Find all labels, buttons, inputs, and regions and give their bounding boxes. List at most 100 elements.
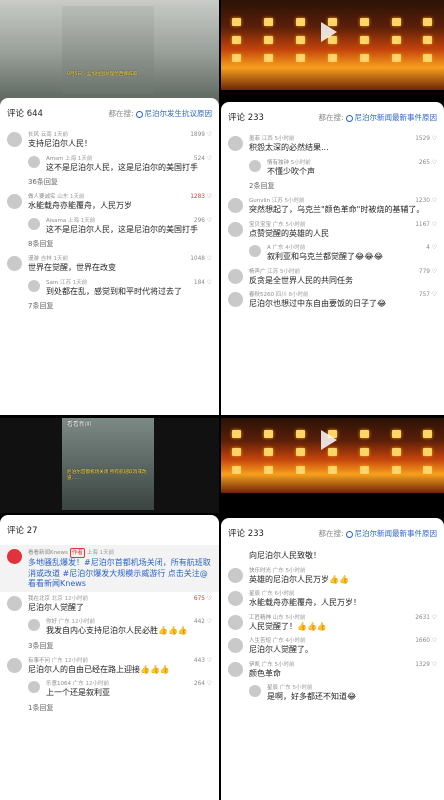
heart-icon[interactable]: ♡ <box>432 269 437 275</box>
like-count[interactable]: 265 ♡ <box>419 160 437 166</box>
heart-icon[interactable]: ♡ <box>207 256 212 262</box>
avatar[interactable] <box>28 279 40 292</box>
username[interactable]: 长风 <box>28 132 39 138</box>
like-count[interactable]: 1660 ♡ <box>415 638 437 644</box>
avatar[interactable] <box>228 268 243 284</box>
avatar[interactable] <box>228 638 243 653</box>
avatar[interactable] <box>249 245 261 257</box>
username[interactable]: 我在北京 <box>28 596 50 602</box>
heart-icon[interactable]: ♡ <box>207 280 212 286</box>
username[interactable]: 快乐时光 <box>249 568 271 574</box>
username[interactable]: 你好 <box>46 619 57 625</box>
like-count[interactable]: 675 ♡ <box>194 596 212 602</box>
username[interactable]: 漫游 <box>28 256 39 262</box>
like-count[interactable]: 524 ♡ <box>194 156 212 162</box>
like-count[interactable]: 1529 ♡ <box>415 136 437 142</box>
heart-icon[interactable]: ♡ <box>207 194 212 200</box>
username[interactable]: 工匠精神 <box>249 615 271 621</box>
heart-icon[interactable]: ♡ <box>432 292 437 298</box>
avatar[interactable] <box>249 159 261 172</box>
like-count[interactable]: 2631 ♡ <box>415 615 437 621</box>
like-count[interactable]: 264 ♡ <box>194 681 212 687</box>
avatar[interactable] <box>228 292 243 307</box>
heart-icon[interactable]: ♡ <box>432 160 437 166</box>
username[interactable]: 人生苦短 <box>249 638 271 644</box>
like-count[interactable]: 184 ♡ <box>194 280 212 286</box>
avatar[interactable] <box>28 217 40 230</box>
username[interactable]: 看看新闻Knews <box>28 549 68 557</box>
username[interactable]: Amsm <box>46 156 63 162</box>
username[interactable]: 春秋5260 <box>249 292 274 298</box>
like-count[interactable]: 442 ♡ <box>194 619 212 625</box>
username[interactable]: 杨声广 <box>249 269 266 275</box>
avatar[interactable] <box>228 567 243 583</box>
username[interactable]: 有事不问 <box>28 658 50 664</box>
heart-icon[interactable]: ♡ <box>432 245 437 251</box>
heart-icon[interactable]: ♡ <box>207 596 212 602</box>
view-replies-link[interactable]: 36条回复 <box>0 175 219 190</box>
like-count[interactable]: 443 ♡ <box>194 658 212 664</box>
username[interactable]: Gunvlin <box>249 198 270 204</box>
view-replies-link[interactable]: 3条回复 <box>0 639 219 654</box>
avatar[interactable] <box>28 681 40 693</box>
username[interactable]: 星辰 <box>267 685 278 691</box>
like-count[interactable]: 1230 ♡ <box>415 198 437 204</box>
heart-icon[interactable]: ♡ <box>432 662 437 668</box>
avatar[interactable] <box>228 221 243 237</box>
trending-search-link[interactable]: 尼泊尔新闻最新事件原因 <box>355 528 438 539</box>
username[interactable]: 乐意1064 <box>46 681 71 687</box>
username[interactable]: 宝贝宝宝 <box>249 222 271 228</box>
view-replies-link[interactable]: 7条回复 <box>0 299 219 314</box>
avatar[interactable] <box>228 198 243 213</box>
avatar[interactable] <box>228 591 243 606</box>
username[interactable]: A <box>267 245 271 251</box>
play-icon[interactable] <box>321 430 337 450</box>
avatar[interactable] <box>228 614 243 630</box>
avatar[interactable] <box>7 132 22 147</box>
heart-icon[interactable]: ♡ <box>207 658 212 664</box>
like-count[interactable]: 757 ♡ <box>419 292 437 298</box>
heart-icon[interactable]: ♡ <box>207 619 212 625</box>
like-count[interactable]: 1048 ♡ <box>190 256 212 262</box>
avatar[interactable] <box>7 256 22 271</box>
view-replies-link[interactable]: 2条回复 <box>221 179 444 194</box>
username[interactable]: Aisama <box>46 218 66 224</box>
heart-icon[interactable]: ♡ <box>207 681 212 687</box>
trending-search-link[interactable]: 尼泊尔新闻最新事件原因 <box>355 112 438 123</box>
avatar[interactable] <box>7 549 22 564</box>
like-count[interactable]: 1167 ♡ <box>415 222 437 228</box>
heart-icon[interactable]: ♡ <box>207 218 212 224</box>
heart-icon[interactable]: ♡ <box>432 198 437 204</box>
username[interactable]: Sam <box>46 280 58 286</box>
username[interactable]: 伊凯 <box>249 662 260 668</box>
username[interactable]: 星辰 <box>249 591 260 597</box>
video-player[interactable] <box>221 418 444 493</box>
like-count[interactable]: 779 ♡ <box>419 269 437 275</box>
video-player[interactable] <box>221 0 444 90</box>
heart-icon[interactable]: ♡ <box>207 132 212 138</box>
heart-icon[interactable]: ♡ <box>432 638 437 644</box>
like-count[interactable]: 1899 ♡ <box>190 132 212 138</box>
username[interactable]: 墨菲 <box>249 136 260 142</box>
heart-icon[interactable]: ♡ <box>207 156 212 162</box>
like-count[interactable]: 1329 ♡ <box>415 662 437 668</box>
trending-search-link[interactable]: 尼泊尔发生抗议原因 <box>145 108 213 119</box>
play-icon[interactable] <box>321 22 337 42</box>
view-replies-link[interactable]: 8条回复 <box>0 237 219 252</box>
avatar[interactable] <box>7 657 22 673</box>
like-count[interactable]: 1283 ♡ <box>190 194 212 200</box>
heart-icon[interactable]: ♡ <box>432 222 437 228</box>
post-text[interactable]: 多地骚乱爆发！#尼泊尔首都机场关闭，所有航班取消或改道 #尼泊尔爆发大规模示威游… <box>28 558 212 590</box>
avatar[interactable] <box>228 661 243 677</box>
avatar[interactable] <box>28 155 40 168</box>
avatar[interactable] <box>228 136 243 151</box>
avatar[interactable] <box>7 595 22 611</box>
like-count[interactable]: 296 ♡ <box>194 218 212 224</box>
avatar[interactable] <box>7 194 22 209</box>
like-count[interactable]: 4 ♡ <box>426 245 437 251</box>
username[interactable]: 做人要诚实 <box>28 194 56 200</box>
heart-icon[interactable]: ♡ <box>432 615 437 621</box>
avatar[interactable] <box>249 685 261 697</box>
heart-icon[interactable]: ♡ <box>432 136 437 142</box>
video-player[interactable]: 看看新闻 尼泊尔首都机场关闭 所有航班取消或改道…… <box>0 418 219 513</box>
